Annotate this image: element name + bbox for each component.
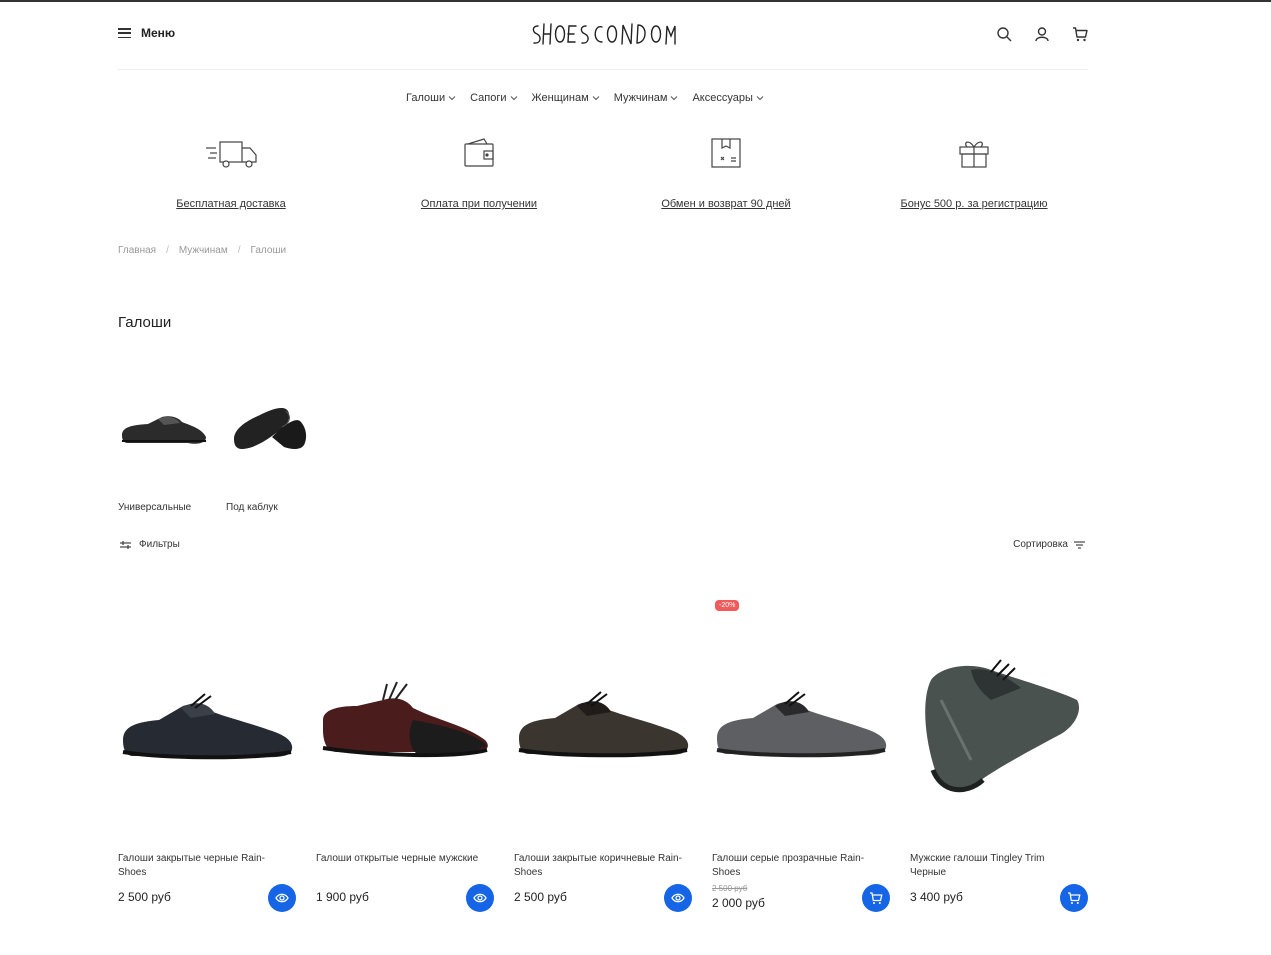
site-header: Меню bbox=[118, 14, 1088, 70]
breadcrumb-current: Галоши bbox=[250, 245, 287, 256]
product-image[interactable] bbox=[316, 600, 494, 840]
cart-icon bbox=[870, 892, 883, 904]
breadcrumb: Главная / Мужчинам / Галоши bbox=[118, 245, 286, 256]
subcategory-label: Универсальные bbox=[118, 502, 192, 513]
product-price: 2 500 руб bbox=[118, 890, 171, 904]
product-name[interactable]: Мужские галоши Tingley Trim Черные bbox=[910, 852, 1080, 880]
sliders-icon bbox=[120, 540, 131, 549]
benefit-bonus: Бонус 500 р. за регистрацию bbox=[864, 134, 1084, 212]
breadcrumb-separator: / bbox=[166, 245, 169, 256]
product-name[interactable]: Галоши закрытые коричневые Rain-Shoes bbox=[514, 852, 684, 880]
nav-item-men[interactable]: Мужчинам bbox=[614, 92, 679, 104]
menu-label: Меню bbox=[141, 26, 176, 40]
product-name[interactable]: Галоши закрытые черные Rain-Shoes bbox=[118, 852, 288, 880]
nav-item-galoshes[interactable]: Галоши bbox=[406, 92, 456, 104]
cart-icon bbox=[1068, 892, 1081, 904]
product-price: 2 000 руб bbox=[712, 896, 765, 910]
product-old-price: 2 500 руб bbox=[712, 884, 748, 893]
product-name[interactable]: Галоши серые прозрачные Rain-Shoes bbox=[712, 852, 882, 880]
nav-item-women[interactable]: Женщинам bbox=[532, 92, 600, 104]
chevron-down-icon bbox=[448, 96, 456, 101]
sort-button[interactable]: Сортировка bbox=[1013, 539, 1085, 550]
menu-button[interactable]: Меню bbox=[118, 26, 175, 40]
logo-icon bbox=[532, 23, 676, 45]
chevron-down-icon bbox=[592, 96, 600, 101]
quick-view-button[interactable] bbox=[268, 884, 296, 912]
subcategory-universal[interactable]: Универсальные bbox=[118, 382, 208, 513]
breadcrumb-men[interactable]: Мужчинам bbox=[179, 245, 228, 256]
breadcrumb-separator: / bbox=[237, 245, 241, 256]
discount-badge: -20% bbox=[715, 600, 740, 611]
chevron-down-icon bbox=[671, 96, 678, 101]
add-to-cart-button[interactable] bbox=[862, 884, 890, 912]
product-image[interactable] bbox=[514, 600, 692, 840]
product-price: 1 900 руб bbox=[316, 890, 369, 904]
site-logo[interactable] bbox=[530, 20, 676, 50]
chevron-down-icon bbox=[510, 96, 517, 101]
product-image[interactable] bbox=[118, 600, 296, 840]
product-card: Мужские галоши Tingley Trim Черные 3 400… bbox=[910, 600, 1088, 920]
product-card: Галоши закрытые черные Rain-Shoes 2 500 … bbox=[118, 600, 296, 920]
product-card: -20% Галоши серые прозрачные Rain-Shoes … bbox=[712, 600, 890, 920]
sort-icon bbox=[1074, 540, 1085, 549]
sort-label: Сортировка bbox=[1013, 539, 1068, 550]
nav-item-accessories[interactable]: Аксессуары bbox=[692, 92, 764, 104]
subcategory-heel[interactable]: Под каблук bbox=[226, 382, 316, 513]
main-nav: Галоши Сапоги Женщинам Мужчинам Аксессуа… bbox=[406, 92, 764, 104]
hamburger-icon bbox=[118, 28, 131, 38]
top-border bbox=[0, 0, 1271, 2]
cart-icon[interactable] bbox=[1072, 26, 1088, 42]
nav-item-boots[interactable]: Сапоги bbox=[470, 92, 517, 104]
product-image[interactable] bbox=[712, 600, 890, 840]
user-icon[interactable] bbox=[1034, 26, 1050, 42]
subcategory-image bbox=[226, 382, 316, 472]
benefit-link-return[interactable]: Обмен и возврат 90 дней bbox=[661, 198, 790, 210]
filters-label: Фильтры bbox=[139, 539, 180, 550]
benefit-delivery: Бесплатная доставка bbox=[121, 134, 341, 212]
wallet-icon bbox=[369, 134, 589, 172]
search-icon[interactable] bbox=[996, 26, 1012, 42]
eye-icon bbox=[671, 893, 685, 903]
subcategory-image bbox=[118, 382, 208, 472]
chevron-down-icon bbox=[756, 96, 764, 101]
truck-icon bbox=[121, 134, 341, 172]
product-card: Галоши открытые черные мужские 1 900 руб bbox=[316, 600, 494, 920]
quick-view-button[interactable] bbox=[466, 884, 494, 912]
product-image[interactable] bbox=[910, 600, 1088, 840]
breadcrumb-home[interactable]: Главная bbox=[118, 245, 156, 256]
eye-icon bbox=[275, 893, 289, 903]
header-actions bbox=[996, 26, 1088, 42]
gift-icon bbox=[864, 134, 1084, 172]
benefit-link-payment[interactable]: Оплата при получении bbox=[421, 198, 537, 210]
product-price: 3 400 руб bbox=[910, 890, 963, 904]
quick-view-button[interactable] bbox=[664, 884, 692, 912]
filters-button[interactable]: Фильтры bbox=[120, 539, 180, 550]
page-title: Галоши bbox=[118, 314, 172, 331]
benefit-payment: Оплата при получении bbox=[369, 134, 589, 212]
product-name[interactable]: Галоши открытые черные мужские bbox=[316, 852, 486, 866]
product-price: 2 500 руб bbox=[514, 890, 567, 904]
add-to-cart-button[interactable] bbox=[1060, 884, 1088, 912]
eye-icon bbox=[473, 893, 487, 903]
benefit-return: Обмен и возврат 90 дней bbox=[616, 134, 836, 212]
subcategory-label: Под каблук bbox=[226, 502, 278, 513]
product-card: Галоши закрытые коричневые Rain-Shoes 2 … bbox=[514, 600, 692, 920]
benefit-link-delivery[interactable]: Бесплатная доставка bbox=[176, 198, 285, 210]
box-icon bbox=[616, 134, 836, 172]
benefit-link-bonus[interactable]: Бонус 500 р. за регистрацию bbox=[900, 198, 1047, 210]
